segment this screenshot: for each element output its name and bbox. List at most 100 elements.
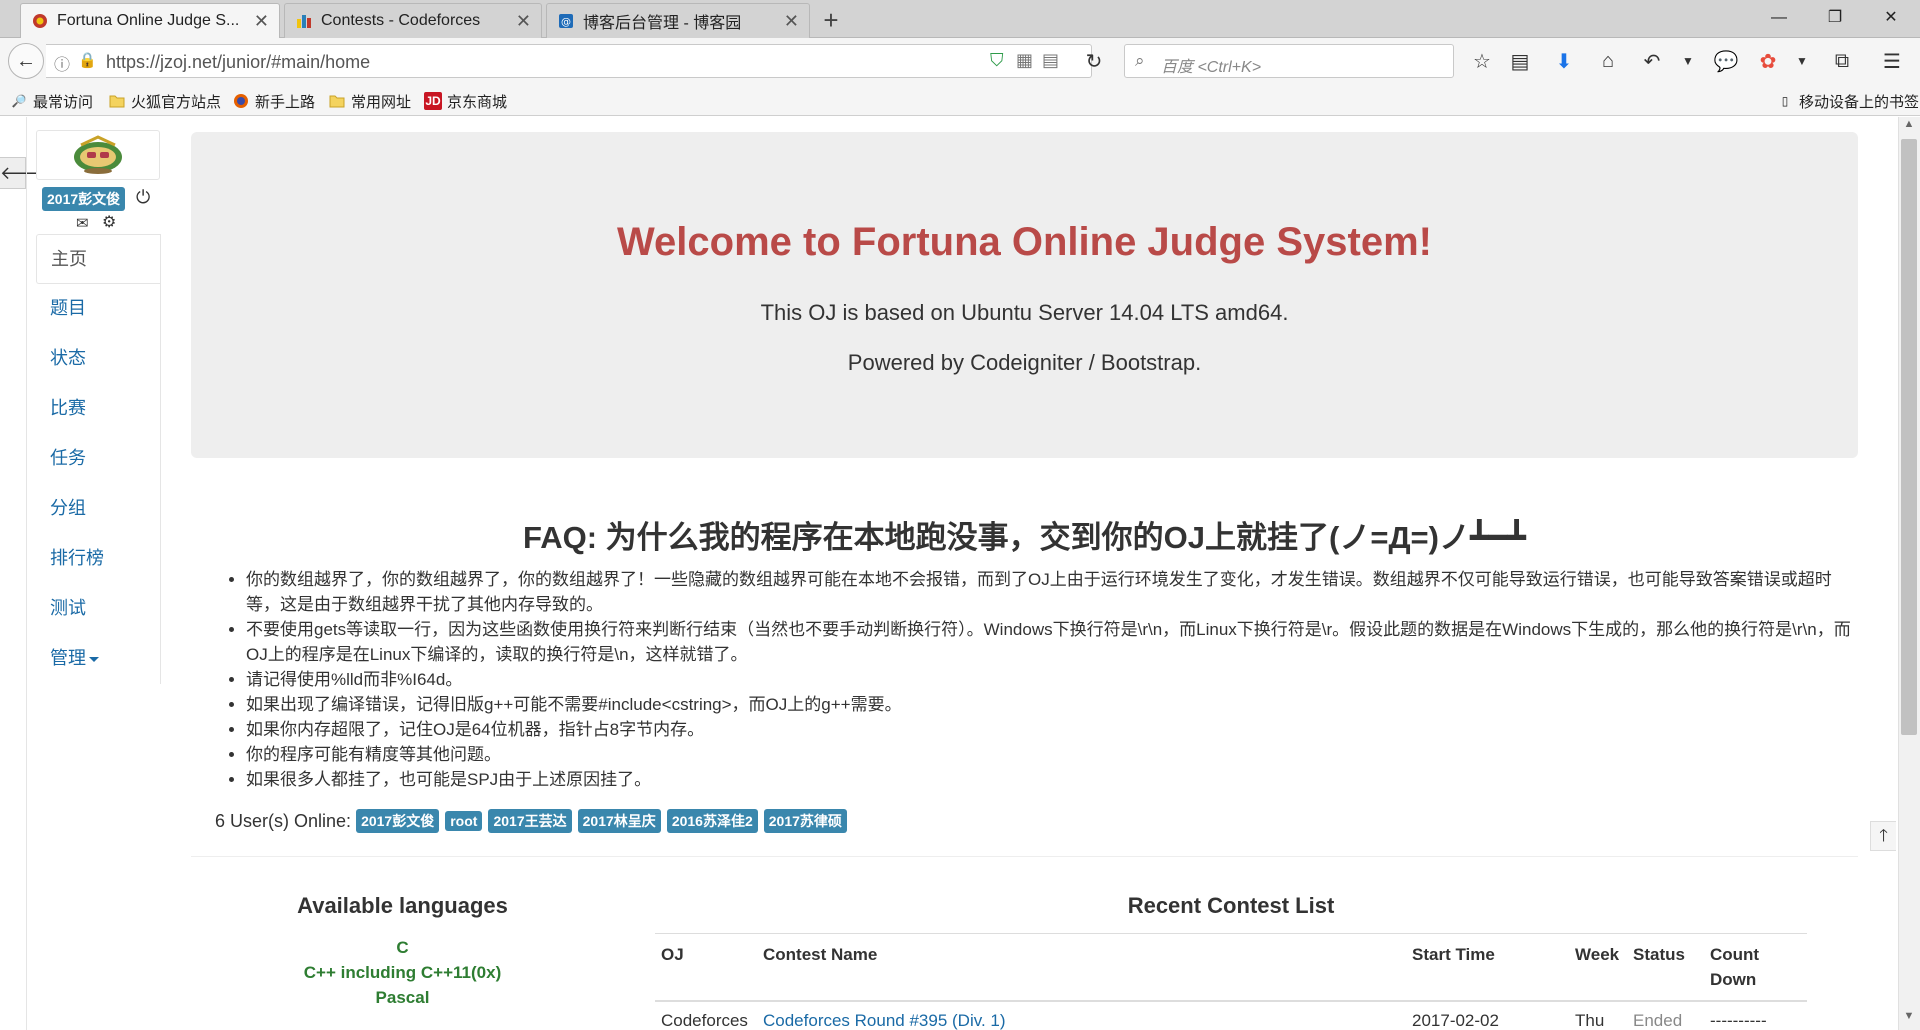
avatar[interactable] (36, 130, 160, 180)
sidebar-item-ranklist[interactable]: 排行榜 (36, 534, 160, 584)
online-user-badge[interactable]: 2017王芸达 (488, 809, 572, 833)
contest-start-time: 2017-02-02 (1412, 1011, 1499, 1030)
contest-name-link[interactable]: Codeforces Round #395 (Div. 1) (757, 1001, 1406, 1030)
close-tab-icon[interactable]: ✕ (516, 11, 531, 32)
scroll-up-arrow-icon[interactable]: ▲ (1901, 118, 1917, 136)
search-bar[interactable]: ⌕ 百度 <Ctrl+K> (1124, 44, 1454, 78)
contest-countdown: ---------- (1710, 1011, 1767, 1030)
close-tab-icon[interactable]: ✕ (254, 11, 269, 32)
home-icon[interactable]: ⌂ (1592, 46, 1624, 76)
browser-tab-bar: Fortuna Online Judge S... ✕ Contests - C… (0, 0, 1920, 38)
table-row: Codeforces Codeforces Round #395 (Div. 1… (655, 1001, 1807, 1030)
welcome-title: Welcome to Fortuna Online Judge System! (617, 220, 1432, 264)
online-user-badge[interactable]: 2017彭文俊 (356, 809, 440, 833)
sidebar-item-problems[interactable]: 题目 (36, 284, 160, 334)
jd-icon: JD (424, 92, 442, 110)
shield-icon[interactable]: ⛉ (990, 50, 1004, 71)
sidebar-item-test[interactable]: 测试 (36, 584, 160, 634)
username-badge[interactable]: 2017彭文俊 (42, 187, 126, 211)
faq-item: 如果出现了编译错误，记得旧版g++可能不需要#include<cstring>，… (246, 692, 1864, 717)
server-info-text: This OJ is based on Ubuntu Server 14.04 … (760, 300, 1289, 325)
info-icon[interactable]: ⓘ (54, 51, 70, 75)
lock-icon: 🔒 (78, 52, 97, 69)
faq-item: 你的数组越界了，你的数组越界了，你的数组越界了！一些隐藏的数组越界可能在本地不会… (246, 567, 1864, 617)
sidebar-item-groups[interactable]: 分组 (36, 484, 160, 534)
page-viewport: 🡐 2017彭文俊 ⏻ ✉ ⚙ 主页 题目 状态 比赛 任务 分组 排行榜 测试 (0, 117, 1920, 1030)
search-icon: ⌕ (1135, 51, 1145, 70)
bookmark-jd[interactable]: JD 京东商城 (424, 90, 507, 112)
bookmark-most-visited[interactable]: 🔎 最常访问 (10, 90, 94, 112)
bookmark-common-sites[interactable]: 常用网址 (328, 90, 411, 112)
chat-icon[interactable]: 💬 (1710, 46, 1742, 76)
bookmark-star-icon[interactable]: ☆ (1466, 46, 1498, 76)
back-to-top-button[interactable]: 🡑 (1870, 821, 1896, 851)
back-button[interactable]: ← (8, 43, 44, 79)
welcome-jumbotron: Welcome to Fortuna Online Judge System! … (191, 132, 1858, 458)
language-item: Pascal (375, 988, 430, 1007)
maximize-button[interactable]: ❐ (1812, 2, 1858, 34)
reload-icon[interactable]: ↻ (1078, 46, 1110, 76)
caret-down-icon (89, 656, 99, 662)
online-user-badge[interactable]: 2016苏泽佳2 (666, 809, 758, 833)
language-item: C (396, 938, 409, 957)
section-divider (191, 856, 1858, 857)
sidebar-item-tasks[interactable]: 任务 (36, 434, 160, 484)
dropdown-icon[interactable]: ▼ (1786, 46, 1818, 76)
collapse-sidebar-icon[interactable]: 🡐 (0, 157, 48, 189)
bookmarks-bar: 🔎 最常访问 火狐官方站点 新手上路 常用网址 JD 京东商城 ▯ 移动设备上的… (0, 84, 1920, 116)
window-close-button[interactable]: ✕ (1868, 2, 1914, 34)
minimize-button[interactable]: — (1756, 2, 1802, 34)
close-tab-icon[interactable]: ✕ (784, 11, 799, 32)
library-icon[interactable]: ▤ (1504, 46, 1536, 76)
mobile-bookmarks[interactable]: ▯ 移动设备上的书签 (1776, 90, 1919, 112)
sidebar-item-label: 管理 (50, 648, 86, 668)
tab-cnblogs[interactable]: @ 博客后台管理 - 博客园 ✕ (546, 3, 810, 38)
bookmark-label: 京东商城 (447, 93, 508, 111)
sidebar-item-admin[interactable]: 管理 (36, 634, 160, 684)
contest-list-title: Recent Contest List (1127, 893, 1335, 918)
scrollbar-thumb[interactable] (1901, 139, 1917, 735)
search-placeholder[interactable]: 百度 <Ctrl+K> (1161, 53, 1261, 77)
tab-fortuna[interactable]: Fortuna Online Judge S... ✕ (20, 3, 280, 38)
firefox-icon (232, 92, 250, 110)
download-icon[interactable]: ⬇ (1548, 46, 1580, 76)
address-bar[interactable]: ⓘ 🔒 https://jzoj.net/junior/#main/home ⛉… (46, 44, 1092, 78)
most-visited-icon: 🔎 (11, 94, 27, 108)
mobile-device-icon: ▯ (1781, 94, 1789, 108)
faq-item: 不要使用gets等读取一行，因为这些函数使用换行符来判断行结束（当然也不要手动判… (246, 617, 1864, 667)
addon-icon[interactable]: ✿ (1752, 46, 1784, 76)
sidebar-nav: 主页 题目 状态 比赛 任务 分组 排行榜 测试 管理 (36, 234, 161, 684)
contest-status: Ended (1633, 1011, 1683, 1030)
screenshot-icon[interactable]: ⧉ (1826, 46, 1858, 76)
reader-view-icon[interactable]: ▤ (1042, 50, 1059, 71)
faq-item: 如果很多人都挂了，也可能是SPJ由于上述原因挂了。 (246, 767, 1864, 792)
logout-power-icon[interactable]: ⏻ (136, 187, 150, 208)
settings-gear-icon[interactable]: ⚙ (102, 212, 116, 232)
url-text[interactable]: https://jzoj.net/junior/#main/home (106, 52, 370, 73)
column-header-start-time: Start Time (1406, 933, 1569, 1002)
bookmark-label: 火狐官方站点 (131, 93, 222, 111)
scroll-down-arrow-icon[interactable]: ▼ (1901, 1010, 1917, 1028)
codeforces-favicon-icon (295, 12, 313, 30)
powered-by-text: Powered by Codeigniter / Bootstrap. (847, 350, 1202, 375)
sidebar-item-home[interactable]: 主页 (36, 234, 160, 284)
column-header-status: Status (1627, 933, 1704, 1002)
undo-close-icon[interactable]: ↶ (1636, 46, 1668, 76)
bookmark-getting-started[interactable]: 新手上路 (232, 90, 315, 112)
online-user-badge[interactable]: root (445, 811, 483, 831)
new-tab-button[interactable]: + (816, 6, 846, 36)
sidebar-item-status[interactable]: 状态 (36, 334, 160, 384)
bookmark-firefox-site[interactable]: 火狐官方站点 (108, 90, 221, 112)
mail-icon[interactable]: ✉ (76, 214, 89, 232)
menu-icon[interactable]: ☰ (1876, 46, 1908, 76)
online-user-badge[interactable]: 2017林呈庆 (577, 809, 661, 833)
contest-week: Thu (1575, 1011, 1605, 1030)
tab-codeforces[interactable]: Contests - Codeforces ✕ (284, 3, 542, 38)
online-user-badge[interactable]: 2017苏律硕 (763, 809, 847, 833)
languages-list: C C++ including C++11(0x) Pascal (216, 935, 589, 1010)
qr-code-icon[interactable]: ▦ (1016, 50, 1033, 71)
faq-item: 如果你内存超限了，记住OJ是64位机器，指针占8字节内存。 (246, 717, 1864, 742)
dropdown-icon[interactable]: ▼ (1672, 46, 1704, 76)
sidebar-item-contests[interactable]: 比赛 (36, 384, 160, 434)
tab-label: Contests - Codeforces (321, 12, 481, 29)
